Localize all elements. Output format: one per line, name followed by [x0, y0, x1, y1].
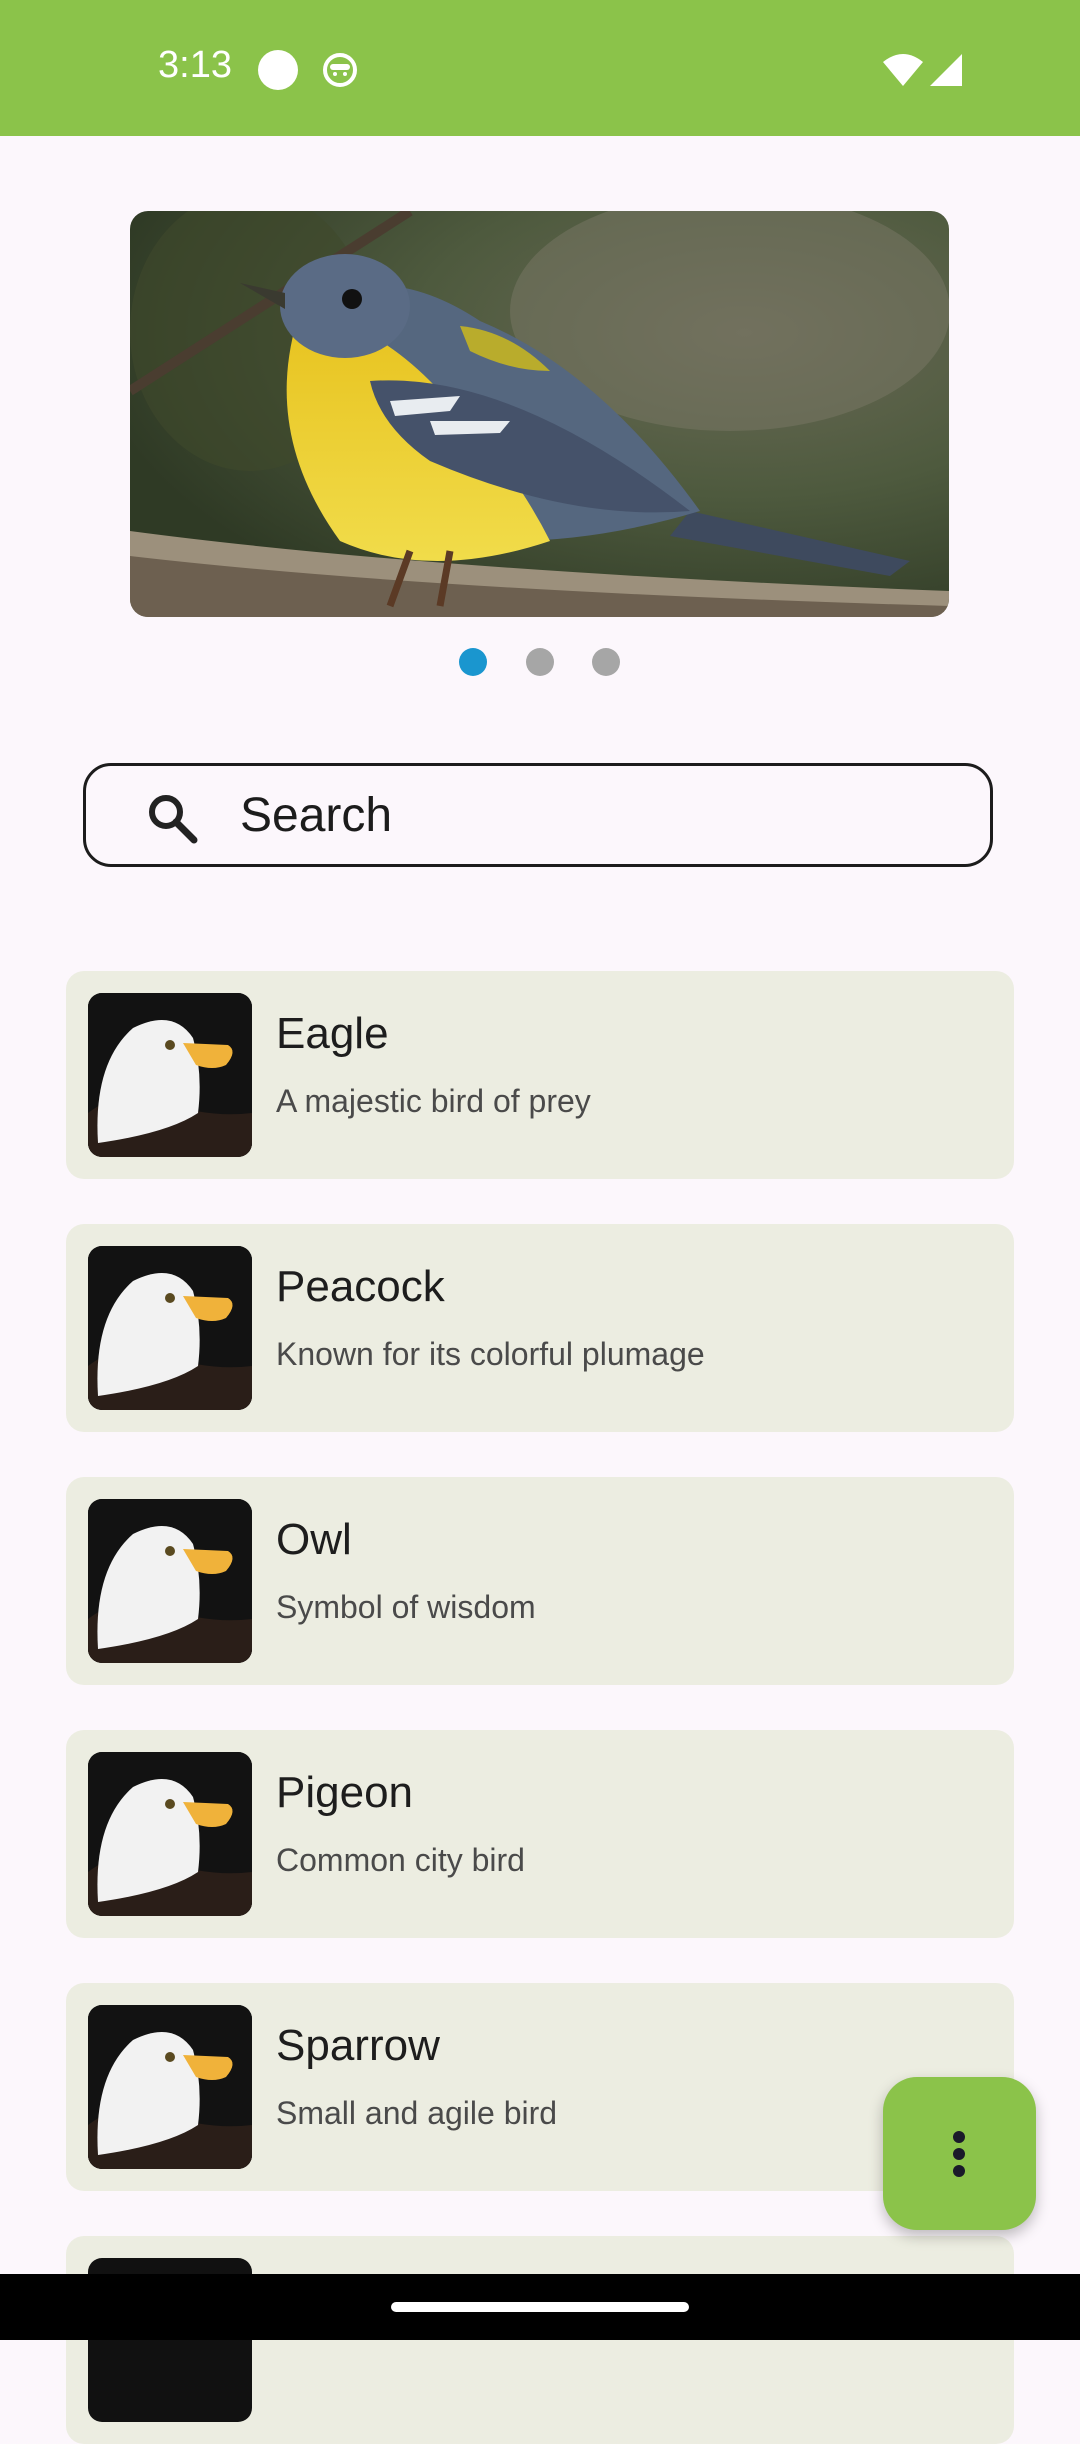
bird-name: Sparrow	[276, 2021, 440, 2070]
list-item[interactable]: Pigeon Common city bird	[66, 1730, 1014, 1938]
eagle-thumbnail	[88, 993, 252, 1157]
list-item[interactable]: Peacock Known for its colorful plumage	[66, 1224, 1014, 1432]
bird-description: Small and agile bird	[276, 2095, 558, 2131]
warbler-photo	[130, 211, 949, 617]
eagle-thumbnail	[88, 1752, 252, 1916]
bird-description: Known for its colorful plumage	[276, 1336, 705, 1372]
more-vert-icon	[953, 2131, 965, 2143]
eagle-thumbnail	[88, 1246, 252, 1410]
bird-name: Pigeon	[276, 1768, 414, 1817]
more-vert-icon	[953, 2165, 965, 2177]
carousel-dot-2[interactable]	[526, 648, 554, 676]
carousel-indicator	[0, 648, 1080, 678]
bird-name: Eagle	[276, 1009, 389, 1058]
navigation-bar	[0, 2274, 1080, 2340]
list-item[interactable]: Eagle A majestic bird of prey	[66, 971, 1014, 1179]
home-gesture-handle[interactable]	[391, 2302, 689, 2312]
more-vert-icon	[953, 2148, 965, 2160]
signal-icon	[930, 54, 962, 86]
circle-notification-icon	[258, 50, 298, 90]
eagle-thumbnail	[88, 1499, 252, 1663]
wifi-icon	[883, 54, 923, 86]
bird-description: A majestic bird of prey	[276, 1083, 591, 1119]
status-time: 3:13	[158, 44, 232, 86]
search-bar[interactable]	[83, 763, 993, 867]
carousel-dot-1[interactable]	[459, 648, 487, 676]
face-notification-icon	[323, 53, 357, 87]
search-input[interactable]	[240, 782, 940, 848]
bird-description: Common city bird	[276, 1842, 525, 1878]
bird-image-carousel[interactable]	[130, 211, 949, 617]
list-item[interactable]	[66, 2236, 1014, 2444]
list-item[interactable]: Owl Symbol of wisdom	[66, 1477, 1014, 1685]
status-bar: 3:13	[0, 0, 1080, 136]
list-item[interactable]: Sparrow Small and agile bird	[66, 1983, 1014, 2191]
bird-description: Symbol of wisdom	[276, 1589, 536, 1625]
more-options-button[interactable]	[883, 2077, 1036, 2230]
eagle-thumbnail	[88, 2005, 252, 2169]
bird-name: Peacock	[276, 1262, 445, 1311]
search-icon	[149, 795, 198, 844]
bird-name: Owl	[276, 1515, 352, 1564]
carousel-dot-3[interactable]	[592, 648, 620, 676]
